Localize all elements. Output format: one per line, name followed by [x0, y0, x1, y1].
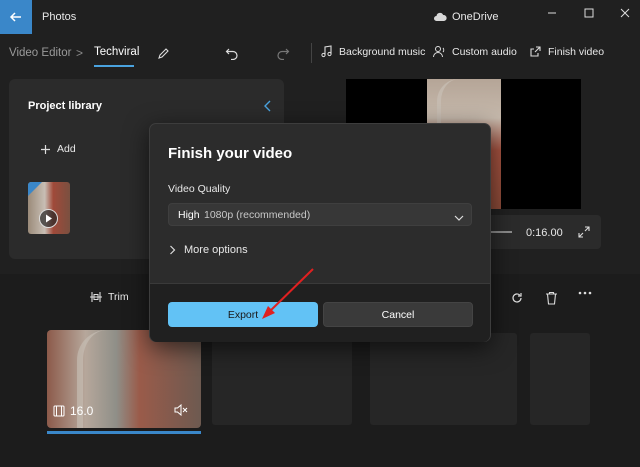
speaker-muted-icon [174, 403, 188, 417]
clip-duration: 16.0 [53, 404, 93, 418]
clip-mute-button[interactable] [174, 403, 188, 421]
film-icon [53, 405, 65, 417]
annotation-arrow-icon [262, 268, 314, 319]
clip-duration-value: 16.0 [70, 404, 94, 418]
